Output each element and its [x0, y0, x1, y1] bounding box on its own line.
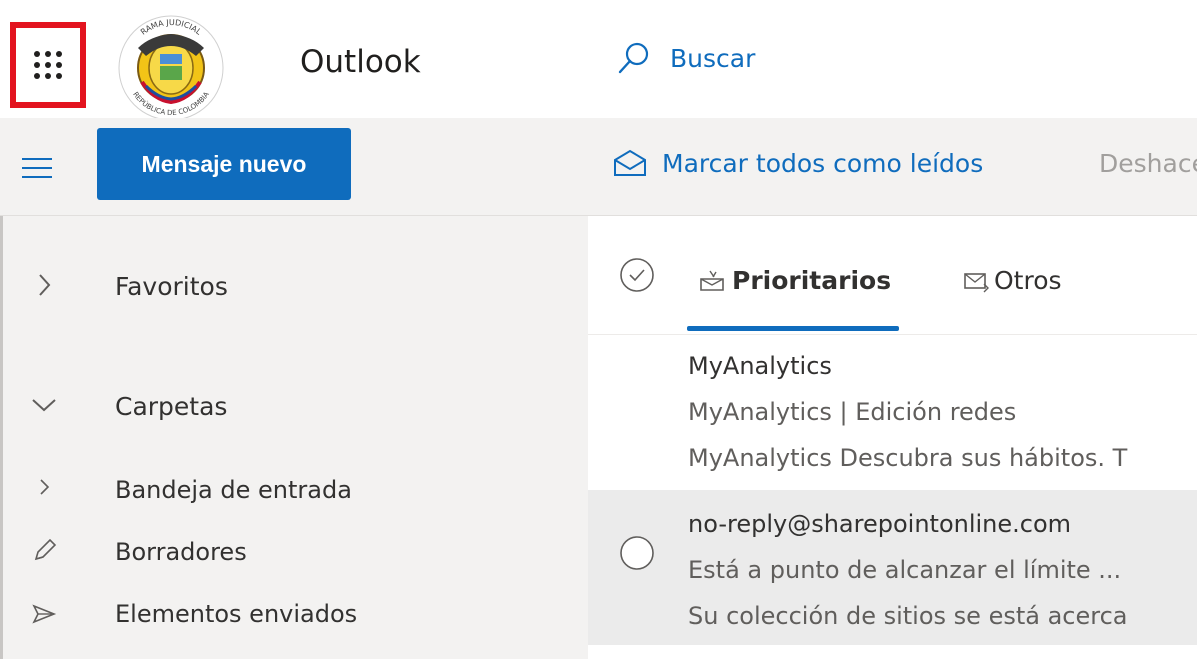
new-message-button[interactable]: Mensaje nuevo	[97, 128, 351, 200]
list-divider	[588, 334, 1197, 335]
command-bar: Mensaje nuevo Marcar todos como leídos D…	[0, 118, 1197, 216]
folder-pane: Favoritos Carpetas Bandeja de entrada Bo…	[0, 216, 588, 659]
other-inbox-icon	[964, 272, 989, 292]
undo-label: Deshacer	[1099, 148, 1197, 178]
app-launcher-button[interactable]	[10, 22, 86, 108]
mark-all-read-button[interactable]: Marcar todos como leídos	[612, 148, 983, 178]
active-tab-indicator	[687, 326, 899, 331]
message-preview: MyAnalytics Descubra sus hábitos. T	[688, 444, 1128, 472]
search-box[interactable]: Buscar	[616, 40, 755, 76]
message-list: Prioritarios Otros MyAnalytics MyAnalyti…	[588, 216, 1197, 659]
app-title: Outlook	[300, 44, 421, 80]
chevron-down-icon[interactable]	[29, 390, 59, 420]
send-icon	[29, 599, 59, 629]
top-header: RAMA JUDICIAL REPÚBLICA DE COLOMBIA Outl…	[0, 0, 1197, 121]
folder-label-drafts: Borradores	[115, 538, 247, 566]
search-label: Buscar	[670, 43, 756, 73]
undo-button[interactable]: Deshacer	[1085, 148, 1197, 178]
chevron-right-icon[interactable]	[29, 270, 59, 300]
focused-inbox-icon	[700, 270, 724, 291]
organization-logo: RAMA JUDICIAL REPÚBLICA DE COLOMBIA	[118, 15, 224, 121]
chevron-right-icon[interactable]	[29, 472, 59, 502]
list-item[interactable]: no-reply@sharepointonline.com Está a pun…	[588, 490, 1197, 645]
radio-circle-icon	[620, 536, 654, 570]
list-item[interactable]: MyAnalytics MyAnalytics | Edición redes …	[588, 338, 1197, 488]
tab-focused-label: Prioritarios	[732, 266, 892, 295]
folder-label-inbox: Bandeja de entrada	[115, 476, 352, 504]
message-sender: MyAnalytics	[688, 352, 832, 380]
app-launcher-icon	[34, 51, 62, 79]
hamburger-icon[interactable]	[22, 158, 52, 178]
favorites-label: Favoritos	[115, 272, 228, 301]
tab-focused[interactable]: Prioritarios	[698, 266, 891, 295]
message-subject: Está a punto de alcanzar el límite ...	[688, 556, 1122, 584]
message-subject: MyAnalytics | Edición redes	[688, 398, 1017, 426]
message-preview: Su colección de sitios se está acerca	[688, 602, 1128, 630]
tab-other[interactable]: Otros	[962, 266, 1062, 295]
folders-label: Carpetas	[115, 392, 228, 421]
pencil-icon	[29, 536, 59, 566]
folder-label-sent: Elementos enviados	[115, 600, 358, 628]
tab-other-label: Otros	[994, 266, 1062, 295]
check-circle-icon	[620, 258, 654, 292]
mark-all-read-label: Marcar todos como leídos	[662, 148, 984, 178]
search-icon	[618, 42, 649, 74]
message-select-checkbox[interactable]	[618, 534, 656, 576]
select-all-checkbox[interactable]	[618, 256, 656, 298]
envelope-open-icon	[614, 149, 646, 176]
message-sender: no-reply@sharepointonline.com	[688, 510, 1072, 538]
